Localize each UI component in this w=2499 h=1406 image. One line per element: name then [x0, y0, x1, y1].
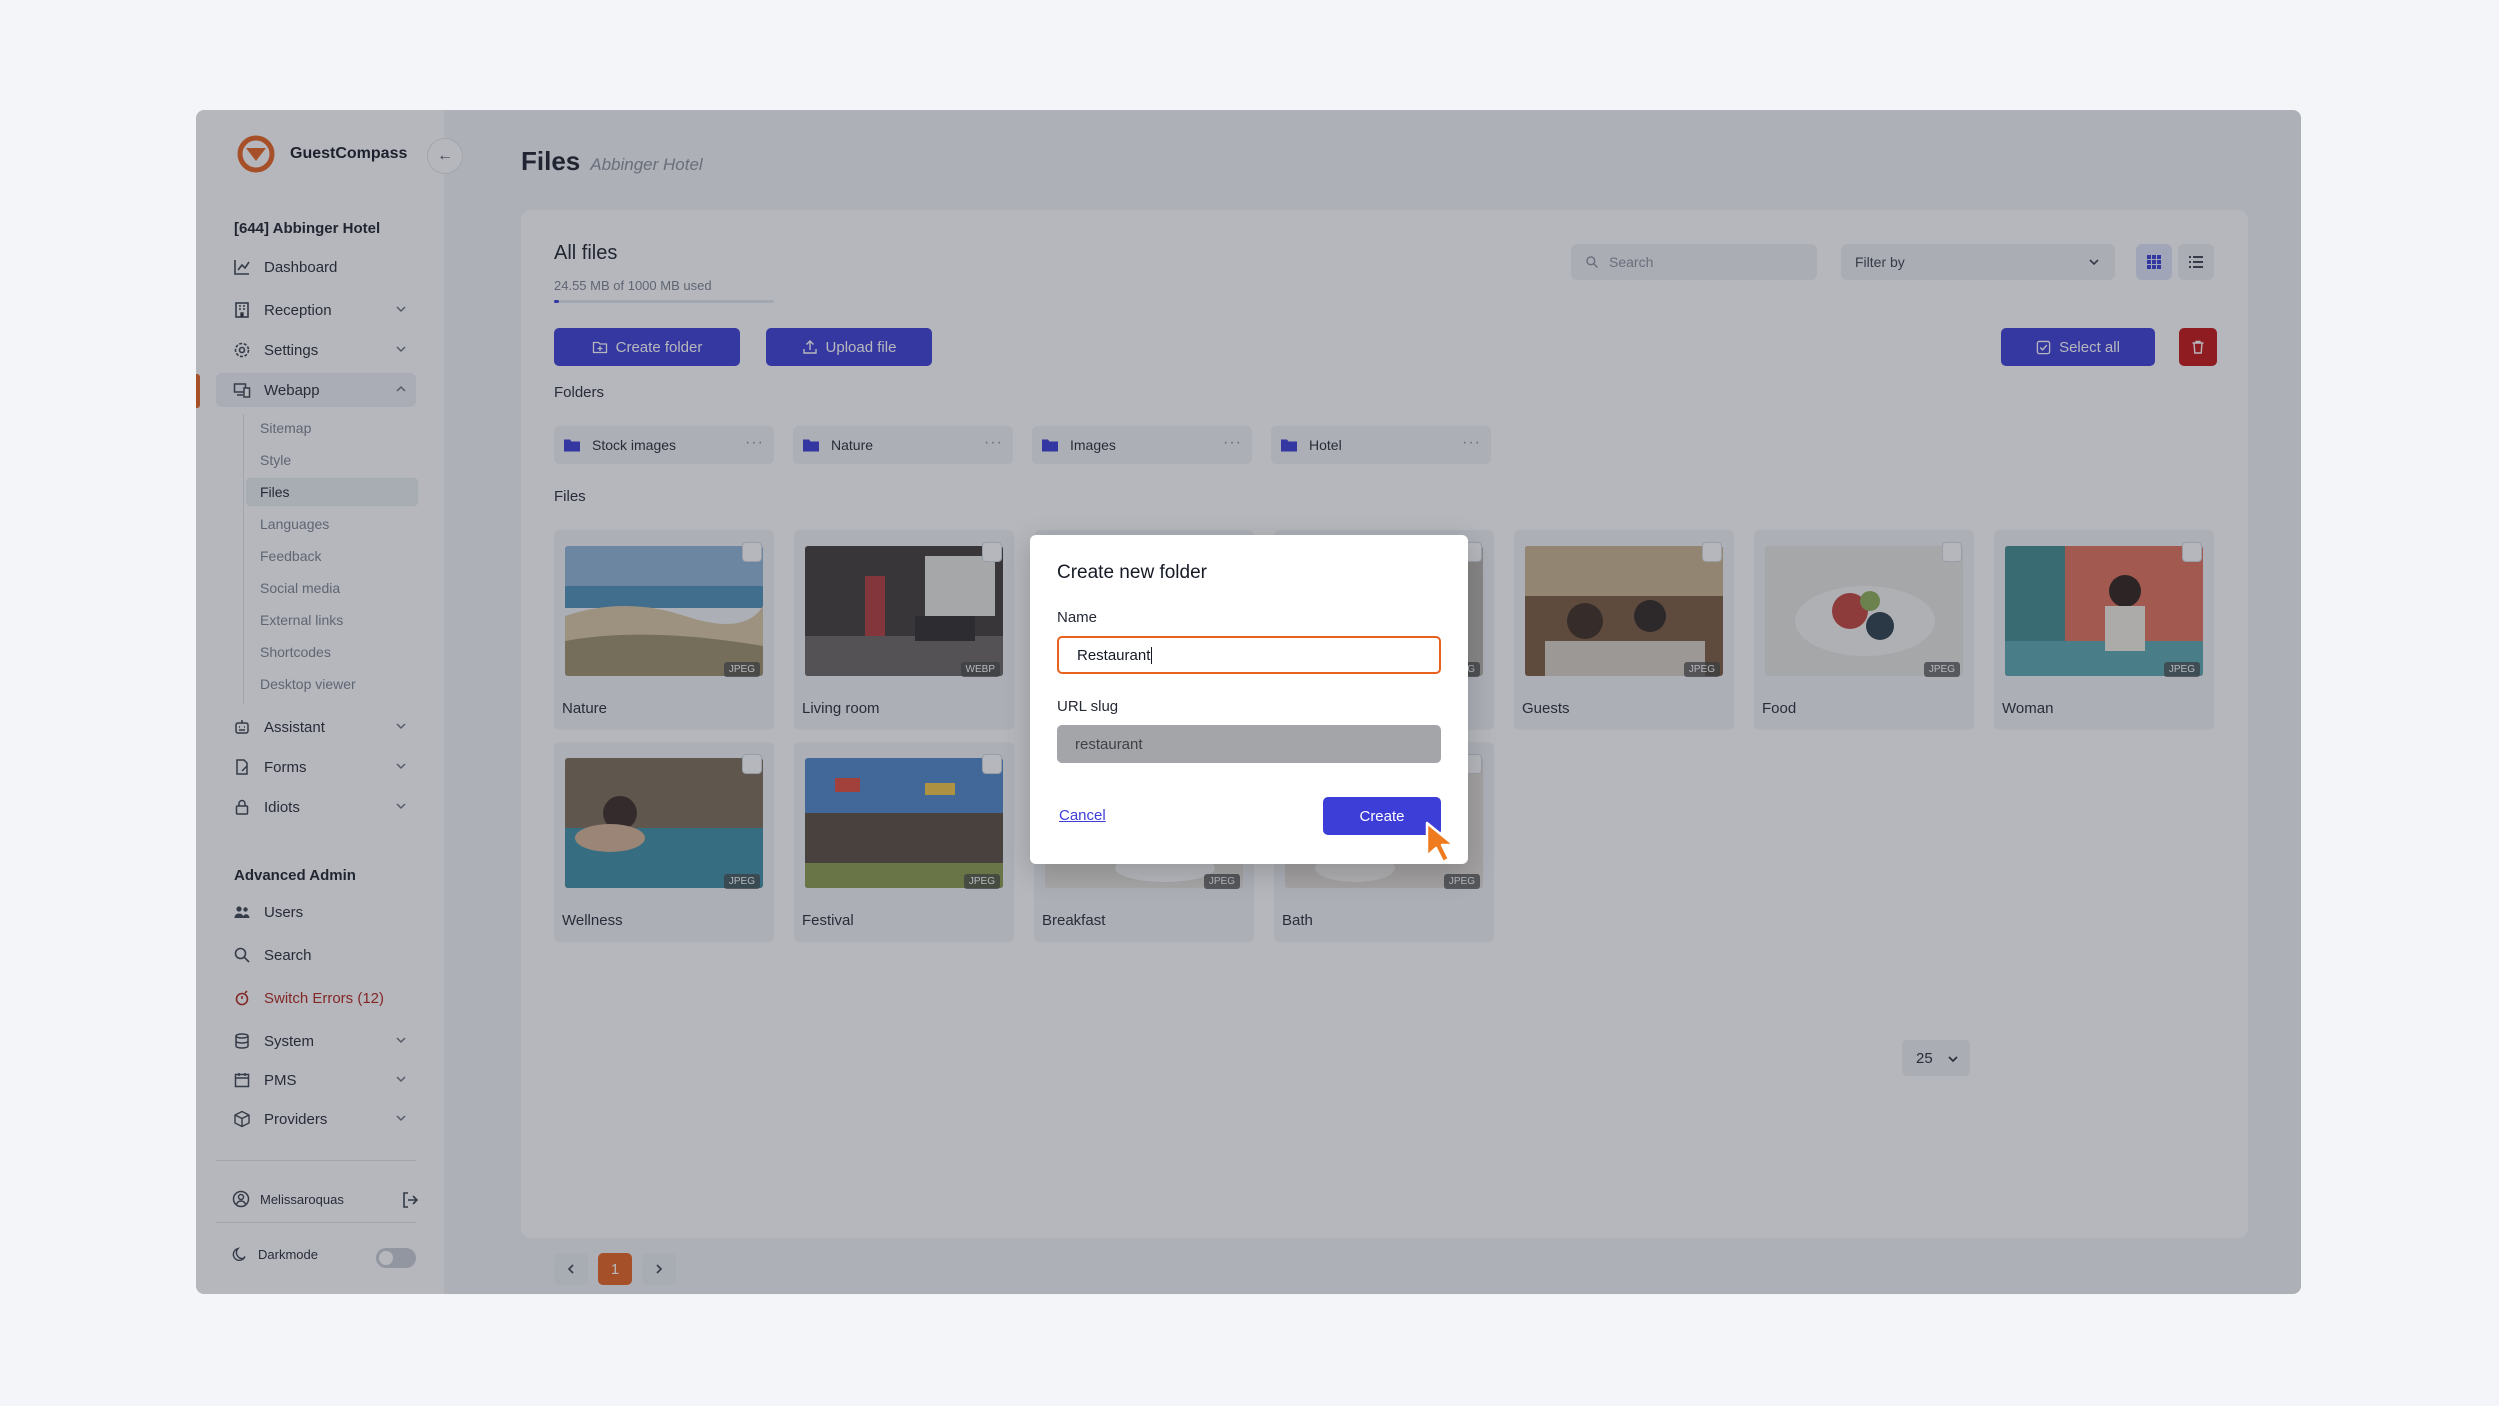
slug-label: URL slug — [1057, 698, 1119, 715]
mouse-pointer-icon — [1425, 821, 1456, 864]
folder-name-input[interactable]: Restaurant — [1057, 636, 1441, 674]
dialog-title: Create new folder — [1057, 562, 1207, 583]
cancel-button[interactable]: Cancel — [1059, 807, 1106, 824]
text-caret — [1151, 646, 1153, 664]
folder-name-value: Restaurant — [1077, 646, 1151, 664]
url-slug-value: restaurant — [1075, 735, 1143, 753]
name-label: Name — [1057, 609, 1098, 626]
create-folder-dialog: Create new folder Name Restaurant URL sl… — [1030, 535, 1468, 864]
url-slug-input[interactable]: restaurant — [1057, 725, 1441, 763]
